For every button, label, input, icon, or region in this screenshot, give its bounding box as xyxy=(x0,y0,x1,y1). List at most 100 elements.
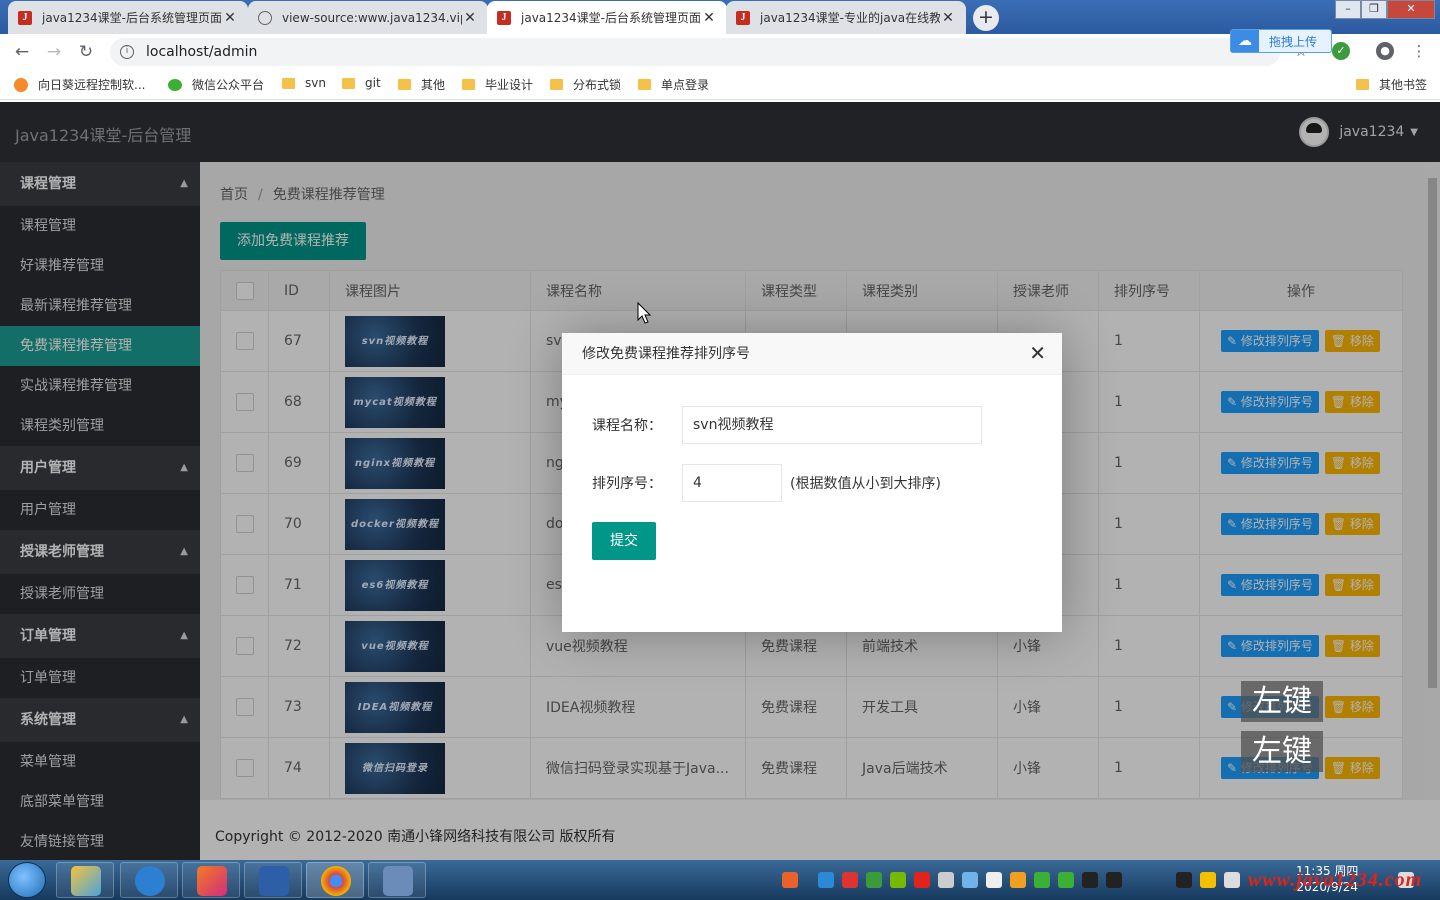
tray-icon[interactable] xyxy=(938,872,954,888)
java1234-favicon: J xyxy=(736,10,750,25)
bookmark-dist-lock[interactable]: 分布式锁 xyxy=(550,76,621,93)
bookmark-label: 毕业设计 xyxy=(485,78,534,92)
close-tab-icon[interactable]: ✕ xyxy=(222,10,238,26)
close-tab-icon[interactable]: ✕ xyxy=(940,10,956,26)
key-press-overlay: 左键 xyxy=(1241,681,1323,722)
close-tab-icon[interactable]: ✕ xyxy=(462,10,478,26)
close-icon[interactable]: ✕ xyxy=(1029,343,1046,363)
tray-icon[interactable] xyxy=(1200,872,1216,888)
tray-icon[interactable] xyxy=(1176,872,1192,888)
taskbar-app-6[interactable] xyxy=(368,862,426,898)
forward-icon[interactable]: → xyxy=(44,42,64,62)
bookmark-sso[interactable]: 单点登录 xyxy=(638,76,709,93)
edit-order-dialog: 修改免费课程推荐排列序号 ✕ 课程名称： svn视频教程 排列序号： 4 (根据… xyxy=(562,333,1062,632)
bookmark-label: 其他 xyxy=(421,78,446,92)
tray-icon[interactable] xyxy=(818,872,834,888)
cloud-icon: ☁ xyxy=(1231,30,1259,52)
browser-tab-3-active[interactable]: J java1234课堂-后台系统管理页面 ✕ xyxy=(487,1,727,34)
tray-icon[interactable] xyxy=(842,872,858,888)
folder-icon xyxy=(342,77,355,89)
bookmark-label: 单点登录 xyxy=(661,78,710,92)
tray-icon[interactable] xyxy=(1106,872,1122,888)
folder-icon xyxy=(550,79,563,90)
tray-icon[interactable] xyxy=(782,872,798,888)
taskbar-app-4[interactable] xyxy=(244,862,302,898)
taskbar-intellij[interactable] xyxy=(182,862,240,898)
bookmark-wechat[interactable]: 微信公众平台 xyxy=(168,76,264,93)
browser-tab-4[interactable]: J java1234课堂-专业的java在线教 ✕ xyxy=(726,1,966,34)
browser-tab-strip: J java1234课堂-后台系统管理页面 ✕ view-source:www.… xyxy=(0,0,1440,34)
folder-icon xyxy=(398,79,411,90)
tray-icon[interactable] xyxy=(1010,872,1026,888)
order-hint: (根据数值从小到大排序) xyxy=(790,476,941,492)
bookmark-label: svn xyxy=(305,76,326,90)
app-icon xyxy=(259,866,289,896)
windows-taskbar: 11:35 周四 2020/9/24 xyxy=(0,860,1440,900)
taskbar-app-2[interactable] xyxy=(120,862,178,898)
folder-icon xyxy=(1356,79,1369,90)
close-window-button[interactable]: ✕ xyxy=(1387,0,1435,19)
bookmark-graduation[interactable]: 毕业设计 xyxy=(462,76,533,93)
bookmark-git[interactable]: git xyxy=(342,76,381,90)
order-input[interactable]: 4 xyxy=(682,464,782,502)
watermark: www.java1234.com xyxy=(1248,869,1423,891)
tray-icon[interactable] xyxy=(986,872,1002,888)
bookmark-other[interactable]: 其他 xyxy=(398,76,445,93)
app-icon xyxy=(135,866,165,896)
reload-icon[interactable]: ↻ xyxy=(76,42,96,62)
browser-tab-2[interactable]: view-source:www.java1234.vip ✕ xyxy=(248,1,488,34)
bookmark-other-bookmarks[interactable]: 其他书签 xyxy=(1356,76,1427,93)
back-icon[interactable]: ← xyxy=(12,42,32,62)
tray-icon[interactable] xyxy=(962,872,978,888)
tray-icon[interactable] xyxy=(1058,872,1074,888)
volume-icon[interactable] xyxy=(1224,872,1240,888)
chrome-icon xyxy=(321,866,351,896)
java1234-favicon: J xyxy=(497,10,511,25)
new-tab-button[interactable]: + xyxy=(973,5,999,31)
extension-icon[interactable]: ✓ xyxy=(1332,42,1350,60)
tray-icon[interactable] xyxy=(914,872,930,888)
bookmark-svn[interactable]: svn xyxy=(282,76,326,90)
folder-icon xyxy=(638,79,651,90)
tray-icon[interactable] xyxy=(1082,872,1098,888)
address-bar-row: ← → ↻ i localhost/admin ☆ ✓ ● ⋮ xyxy=(0,34,1440,70)
course-name-label: 课程名称： xyxy=(592,418,662,434)
bookmark-label: 向日葵远程控制软... xyxy=(38,78,146,92)
order-row: 排列序号： 4 (根据数值从小到大排序) xyxy=(592,464,941,502)
folder-icon xyxy=(462,79,475,90)
tray-icon[interactable] xyxy=(890,872,906,888)
menu-kebab-icon[interactable]: ⋮ xyxy=(1410,42,1428,60)
browser-tab-1[interactable]: J java1234课堂-后台系统管理页面 ✕ xyxy=(8,1,248,34)
profile-icon[interactable]: ● xyxy=(1376,42,1394,60)
url-text: localhost/admin xyxy=(146,44,258,60)
app-icon xyxy=(383,866,413,896)
taskbar-app-1[interactable] xyxy=(56,862,114,898)
order-label: 排列序号： xyxy=(592,476,662,492)
submit-button[interactable]: 提交 xyxy=(592,522,656,560)
start-button[interactable] xyxy=(8,862,46,898)
bookmark-label: git xyxy=(365,76,381,90)
tray-icon[interactable] xyxy=(1034,872,1050,888)
tab-title: java1234课堂-专业的java在线教 xyxy=(760,11,940,25)
tab-title: java1234课堂-后台系统管理页面 xyxy=(42,11,222,25)
bookmark-label: 微信公众平台 xyxy=(192,78,265,92)
bookmark-sunlogin[interactable]: 向日葵远程控制软... xyxy=(14,76,145,93)
app-icon xyxy=(71,866,101,896)
tray-icon[interactable] xyxy=(866,872,882,888)
folder-icon xyxy=(282,77,295,89)
taskbar-chrome[interactable] xyxy=(306,862,364,898)
key-press-overlay: 左键 xyxy=(1241,731,1323,772)
minimize-button[interactable]: – xyxy=(1335,0,1361,19)
drag-upload-widget[interactable]: ☁ 拖拽上传 xyxy=(1230,29,1332,53)
tab-title: java1234课堂-后台系统管理页面 xyxy=(521,11,701,25)
info-icon[interactable]: i xyxy=(120,45,134,59)
close-tab-icon[interactable]: ✕ xyxy=(701,10,717,26)
bookmark-label: 其他书签 xyxy=(1379,78,1428,92)
tab-title: view-source:www.java1234.vip xyxy=(282,10,462,25)
dialog-title: 修改免费课程推荐排列序号 xyxy=(562,333,1062,375)
url-field[interactable]: i localhost/admin xyxy=(110,38,1280,66)
maximize-button[interactable]: ❐ xyxy=(1361,0,1387,19)
course-name-field[interactable]: svn视频教程 xyxy=(682,406,982,444)
intellij-icon xyxy=(197,866,227,896)
bookmarks-bar: 向日葵远程控制软... 微信公众平台 svn git 其他 毕业设计 分布式锁 … xyxy=(0,70,1440,100)
